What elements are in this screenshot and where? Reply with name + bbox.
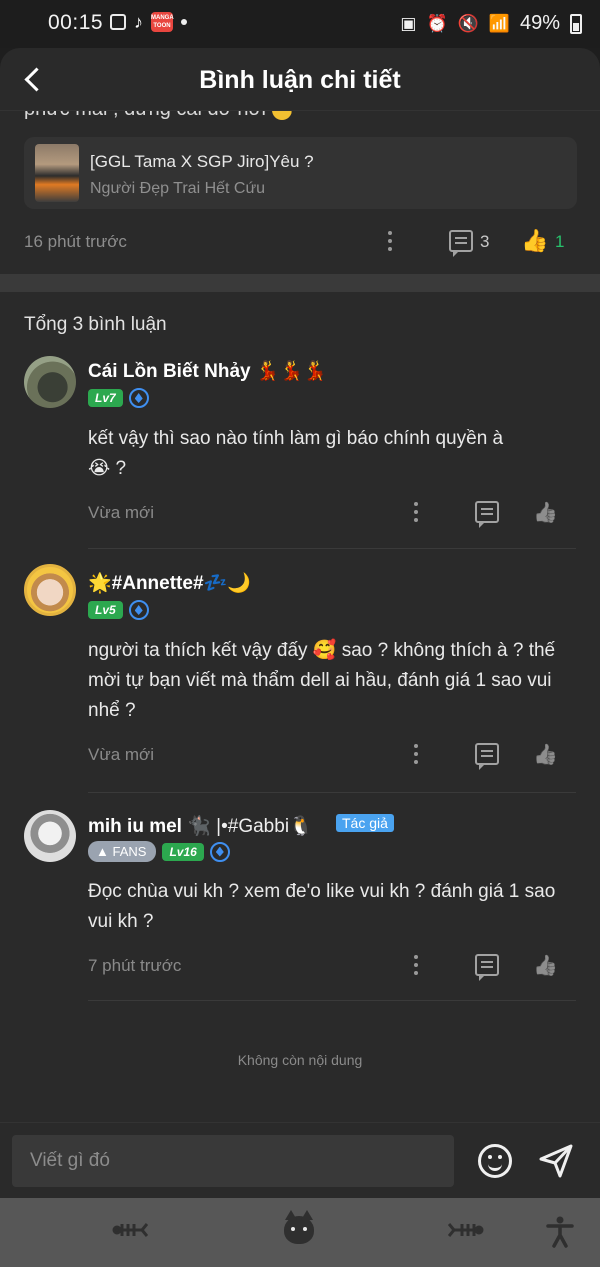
accessibility-icon <box>546 1216 574 1248</box>
story-author: Người Đẹp Trai Hết Cứu <box>90 180 266 197</box>
tiktok-icon: ♪ <box>134 12 143 32</box>
more-options-icon[interactable] <box>413 955 419 977</box>
like-icon[interactable] <box>533 953 559 979</box>
fish-bone-icon[interactable] <box>447 1220 484 1237</box>
avatar[interactable] <box>24 810 76 862</box>
fans-badge: ▲ FANS <box>88 841 157 862</box>
reply-count: 3 <box>480 232 490 251</box>
story-cover-image <box>35 144 79 202</box>
comment-text: Đọc chùa vui kh ? xem đe'o like vui kh ?… <box>88 881 556 932</box>
comment-divider <box>88 548 576 549</box>
ethereum-badge-icon <box>128 388 149 408</box>
parent-comment-time: 16 phút trước <box>24 232 127 251</box>
user-badges: ▲ FANS Lv16 <box>88 841 230 862</box>
mangatoon-icon: MANGA TOON <box>151 12 174 32</box>
story-title: [GGL Tama X SGP Jiro]Yêu ? <box>90 152 314 171</box>
gallery-icon <box>110 14 126 30</box>
notification-icons: ♪ MANGA TOON <box>110 12 187 32</box>
data-saver-icon: ▣ <box>400 13 417 33</box>
ethereum-badge-icon <box>128 600 149 620</box>
comment-divider <box>88 1000 576 1001</box>
comment-text: người ta thích kết vậy đấy 🥰 sao ? không… <box>88 640 556 721</box>
end-of-list-label: Không còn nội dung <box>237 1052 363 1068</box>
reply-icon[interactable] <box>475 954 499 981</box>
alarm-icon: ⏰ <box>426 13 448 33</box>
avatar[interactable] <box>24 564 76 616</box>
comment-actions: 7 phút trước <box>88 953 568 981</box>
author-tag: Tác giả <box>336 814 394 832</box>
system-icons: ▣ ⏰ 🔇 📶 49% <box>400 12 582 35</box>
user-badges: Lv7 <box>88 388 149 408</box>
comment-username[interactable]: 🌟#Annette#💤🌙 <box>88 571 251 595</box>
like-icon[interactable] <box>533 742 559 768</box>
level-badge: Lv16 <box>162 842 204 861</box>
comment-input-bar <box>0 1122 600 1198</box>
comment-time: 7 phút trước <box>88 956 182 975</box>
comment-divider <box>88 792 576 793</box>
reply-icon[interactable] <box>475 501 499 528</box>
more-options-icon[interactable] <box>413 502 419 524</box>
accessibility-button[interactable] <box>543 1214 583 1248</box>
bottom-nav-bar <box>0 1198 600 1267</box>
wifi-icon: 📶 <box>488 13 510 33</box>
avatar[interactable] <box>24 356 76 408</box>
comment-input[interactable] <box>12 1135 454 1187</box>
emoji-button[interactable] <box>478 1144 512 1178</box>
screen: 00:15 ♪ MANGA TOON ▣ ⏰ 🔇 📶 49% phức mãi … <box>0 0 600 1267</box>
comment-time: Vừa mới <box>88 503 154 522</box>
like-icon[interactable] <box>533 500 559 526</box>
send-button[interactable] <box>538 1143 574 1179</box>
comment-username[interactable]: Cái Lồn Biết Nhảy 💃💃💃 <box>88 359 327 383</box>
status-time: 00:15 <box>48 11 104 34</box>
level-badge: Lv5 <box>88 601 123 619</box>
user-badges: Lv5 <box>88 600 149 620</box>
like-icon[interactable]: 👍 <box>521 228 548 254</box>
fish-bone-icon[interactable] <box>112 1220 149 1237</box>
like-count: 1 <box>555 232 565 251</box>
comment-actions: Vừa mới <box>88 742 568 770</box>
comment-time: Vừa mới <box>88 745 154 764</box>
level-badge: Lv7 <box>88 389 123 407</box>
comments-list: Tổng 3 bình luận Cái Lồn Biết Nhảy 💃💃💃 L… <box>0 292 600 1122</box>
battery-icon <box>570 13 582 34</box>
mute-icon: 🔇 <box>457 13 479 33</box>
comment-username[interactable]: mih iu mel 🐈‍⬛ |•#Gabbi🐧 <box>88 814 313 838</box>
more-options-icon[interactable] <box>387 231 393 253</box>
comment-actions: Vừa mới <box>88 500 568 528</box>
send-icon <box>539 1144 573 1178</box>
page-title: Bình luận chi tiết <box>199 66 401 94</box>
more-notifications-dot <box>181 19 187 25</box>
total-comments-label: Tổng 3 bình luận <box>24 314 167 335</box>
header-divider <box>0 110 600 111</box>
battery-percent: 49% <box>519 12 560 34</box>
comment-text: kết vậy thì sao nào tính làm gì báo chín… <box>88 428 504 479</box>
story-card[interactable]: [GGL Tama X SGP Jiro]Yêu ? Người Đẹp Tra… <box>24 137 577 209</box>
section-separator <box>0 274 600 292</box>
parent-comment-panel: phức mãi , đừng cãi dở hơi Bình luận chi… <box>0 48 600 274</box>
cat-face-icon[interactable] <box>284 1210 314 1244</box>
status-bar: 00:15 ♪ MANGA TOON ▣ ⏰ 🔇 📶 49% <box>0 0 600 48</box>
reply-icon[interactable] <box>449 230 473 257</box>
ethereum-badge-icon <box>209 841 230 862</box>
parent-comment-meta: 16 phút trước 3 👍 1 <box>24 228 574 257</box>
more-options-icon[interactable] <box>413 744 419 766</box>
reply-icon[interactable] <box>475 743 499 770</box>
